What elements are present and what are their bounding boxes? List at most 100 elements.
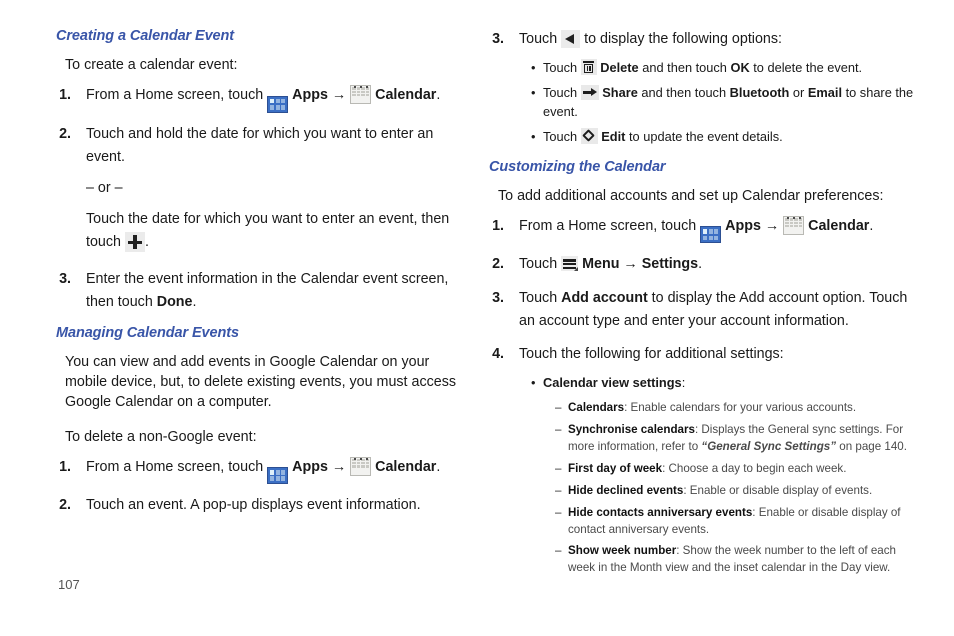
subitem-text: : Choose a day to begin each week. (662, 461, 847, 475)
dash-glyph: – (555, 461, 562, 475)
apps-label: Apps (725, 218, 761, 235)
step-text: From a Home screen, touch (86, 87, 268, 104)
apps-grid-icon[interactable] (267, 467, 289, 485)
step-number: 1. (59, 87, 71, 104)
subitem-label: Hide declined events (568, 483, 684, 497)
step-text-tail: . (698, 256, 703, 273)
bullet-body: Touch Share and then touch Bluetooth or … (543, 84, 926, 122)
or-divider: – or – (86, 179, 123, 196)
subitem-text-tail: on page 140. (836, 439, 907, 453)
step-text: From a Home screen, touch (519, 218, 701, 235)
bullet-body: Touch Delete and then touch OK to delete… (543, 59, 926, 78)
list-item: 2. Touch and hold the date for which you… (56, 123, 471, 255)
email-label: Email (807, 85, 843, 101)
delete-label: Delete (600, 60, 639, 76)
subitem-body: Hide contacts anniversary events: Enable… (568, 505, 926, 539)
list-item: – Show week number: Show the week number… (489, 543, 926, 577)
list-item: 2. Touch Menu → Settings. (489, 253, 926, 276)
step-alt-text: Touch the date for which you want to ent… (86, 208, 471, 254)
step-text-tail: . (869, 218, 874, 235)
lead-text-create-event: To create a calendar event: (65, 57, 238, 73)
plus-icon[interactable] (124, 232, 145, 253)
arrow-glyph: → (331, 458, 347, 475)
step-number: 3. (492, 31, 504, 47)
step-body: Touch an event. A pop-up displays event … (86, 497, 421, 514)
list-item: – Hide declined events: Enable or disabl… (489, 483, 926, 500)
apps-label: Apps (292, 87, 328, 104)
edit-label: Edit (601, 128, 626, 144)
section-heading-managing-calendar-events: Managing Calendar Events (56, 324, 239, 341)
list-item: • Touch Edit to update the event details… (489, 127, 926, 147)
apps-grid-icon[interactable] (267, 95, 289, 113)
list-item: – First day of week: Choose a day to beg… (489, 461, 926, 478)
dash-glyph: – (555, 401, 562, 415)
calendar-label: Calendar (808, 218, 870, 235)
subitem-label: First day of week (568, 461, 663, 475)
bullet-body: Calendar view settings: (543, 374, 926, 393)
step-body: From a Home screen, touch Apps → Calenda… (86, 84, 471, 113)
add-account-label: Add account (561, 289, 648, 306)
apps-grid-icon[interactable] (700, 226, 722, 244)
list-item: • Touch Share and then touch Bluetooth o… (489, 84, 926, 122)
calendar-label: Calendar (375, 87, 437, 104)
list-item: 3. Enter the event information in the Ca… (56, 268, 471, 314)
bullet-text: Touch (543, 60, 581, 76)
hamburger-menu-icon[interactable] (561, 256, 579, 272)
subitem-label: Synchronise calendars (568, 422, 695, 436)
calendar-icon[interactable] (350, 85, 372, 105)
step-text: Enter the event information in the Calen… (86, 271, 449, 311)
subitem-body: First day of week: Choose a day to begin… (568, 461, 926, 478)
subitem-text: : Enable or disable display of events. (683, 483, 873, 497)
subitem-body: Hide declined events: Enable or disable … (568, 483, 926, 500)
step-alt-text-post: . (144, 234, 149, 251)
list-item: 1. From a Home screen, touch Apps → Cale… (489, 215, 926, 244)
cross-reference-title: “General Sync Settings” (701, 439, 837, 453)
step-body: Enter the event information in the Calen… (86, 268, 471, 314)
calendar-icon[interactable] (783, 216, 805, 236)
step-text-tail: . (436, 87, 441, 104)
bullet-glyph: • (531, 85, 536, 101)
dash-glyph: – (555, 505, 562, 519)
calendar-icon[interactable] (350, 456, 372, 476)
share-arrow-icon[interactable] (580, 85, 599, 101)
edit-icon[interactable] (580, 127, 598, 144)
arrow-glyph: → (331, 87, 347, 104)
subitem-label: Hide contacts anniversary events (568, 505, 753, 519)
step-text: Touch and hold the date for which you wa… (86, 125, 434, 165)
ok-label: OK (730, 60, 750, 76)
step-body: Touch and hold the date for which you wa… (86, 123, 471, 255)
two-column-layout: Creating a Calendar Event To create a ca… (0, 0, 954, 582)
step-number: 2. (492, 256, 504, 273)
right-column: 3. Touch to display the following option… (477, 28, 932, 582)
trash-icon[interactable] (580, 59, 597, 76)
settings-label: Settings (641, 256, 699, 273)
subitem-body: Show week number: Show the week number t… (568, 543, 926, 577)
step-number: 2. (59, 125, 71, 142)
list-item: 3. Touch Add account to display the Add … (489, 287, 926, 333)
paragraph-managing-events: You can view and add events in Google Ca… (65, 353, 456, 411)
list-item: • Calendar view settings: (489, 374, 926, 393)
bullet-glyph: • (531, 60, 536, 76)
subitem-body: Calendars: Enable calendars for your var… (568, 400, 926, 417)
list-item: – Calendars: Enable calendars for your v… (489, 400, 926, 417)
list-item: 3. Touch to display the following option… (489, 28, 926, 51)
back-arrow-icon[interactable] (561, 30, 581, 48)
step-number: 1. (59, 458, 71, 475)
list-item: 4. Touch the following for additional se… (489, 343, 926, 366)
section-heading-creating-calendar-event: Creating a Calendar Event (56, 28, 234, 44)
arrow-glyph: → (764, 218, 780, 235)
arrow-glyph: → (623, 256, 638, 273)
step-number: 3. (492, 289, 504, 306)
step-body: From a Home screen, touch Apps → Calenda… (86, 456, 471, 485)
share-label: Share (602, 85, 638, 101)
subitem-label: Show week number (568, 544, 677, 558)
list-item: – Hide contacts anniversary events: Enab… (489, 505, 926, 539)
step-text: Touch (519, 31, 562, 47)
list-item: 1. From a Home screen, touch Apps → Cale… (56, 84, 471, 113)
bullet-glyph: • (531, 128, 536, 144)
step-text-tail: . (192, 294, 197, 311)
dash-glyph: – (555, 544, 562, 558)
list-item: • Touch Delete and then touch OK to dele… (489, 59, 926, 78)
subitem-label: Calendars (568, 401, 625, 415)
list-item: 1. From a Home screen, touch Apps → Cale… (56, 456, 471, 485)
